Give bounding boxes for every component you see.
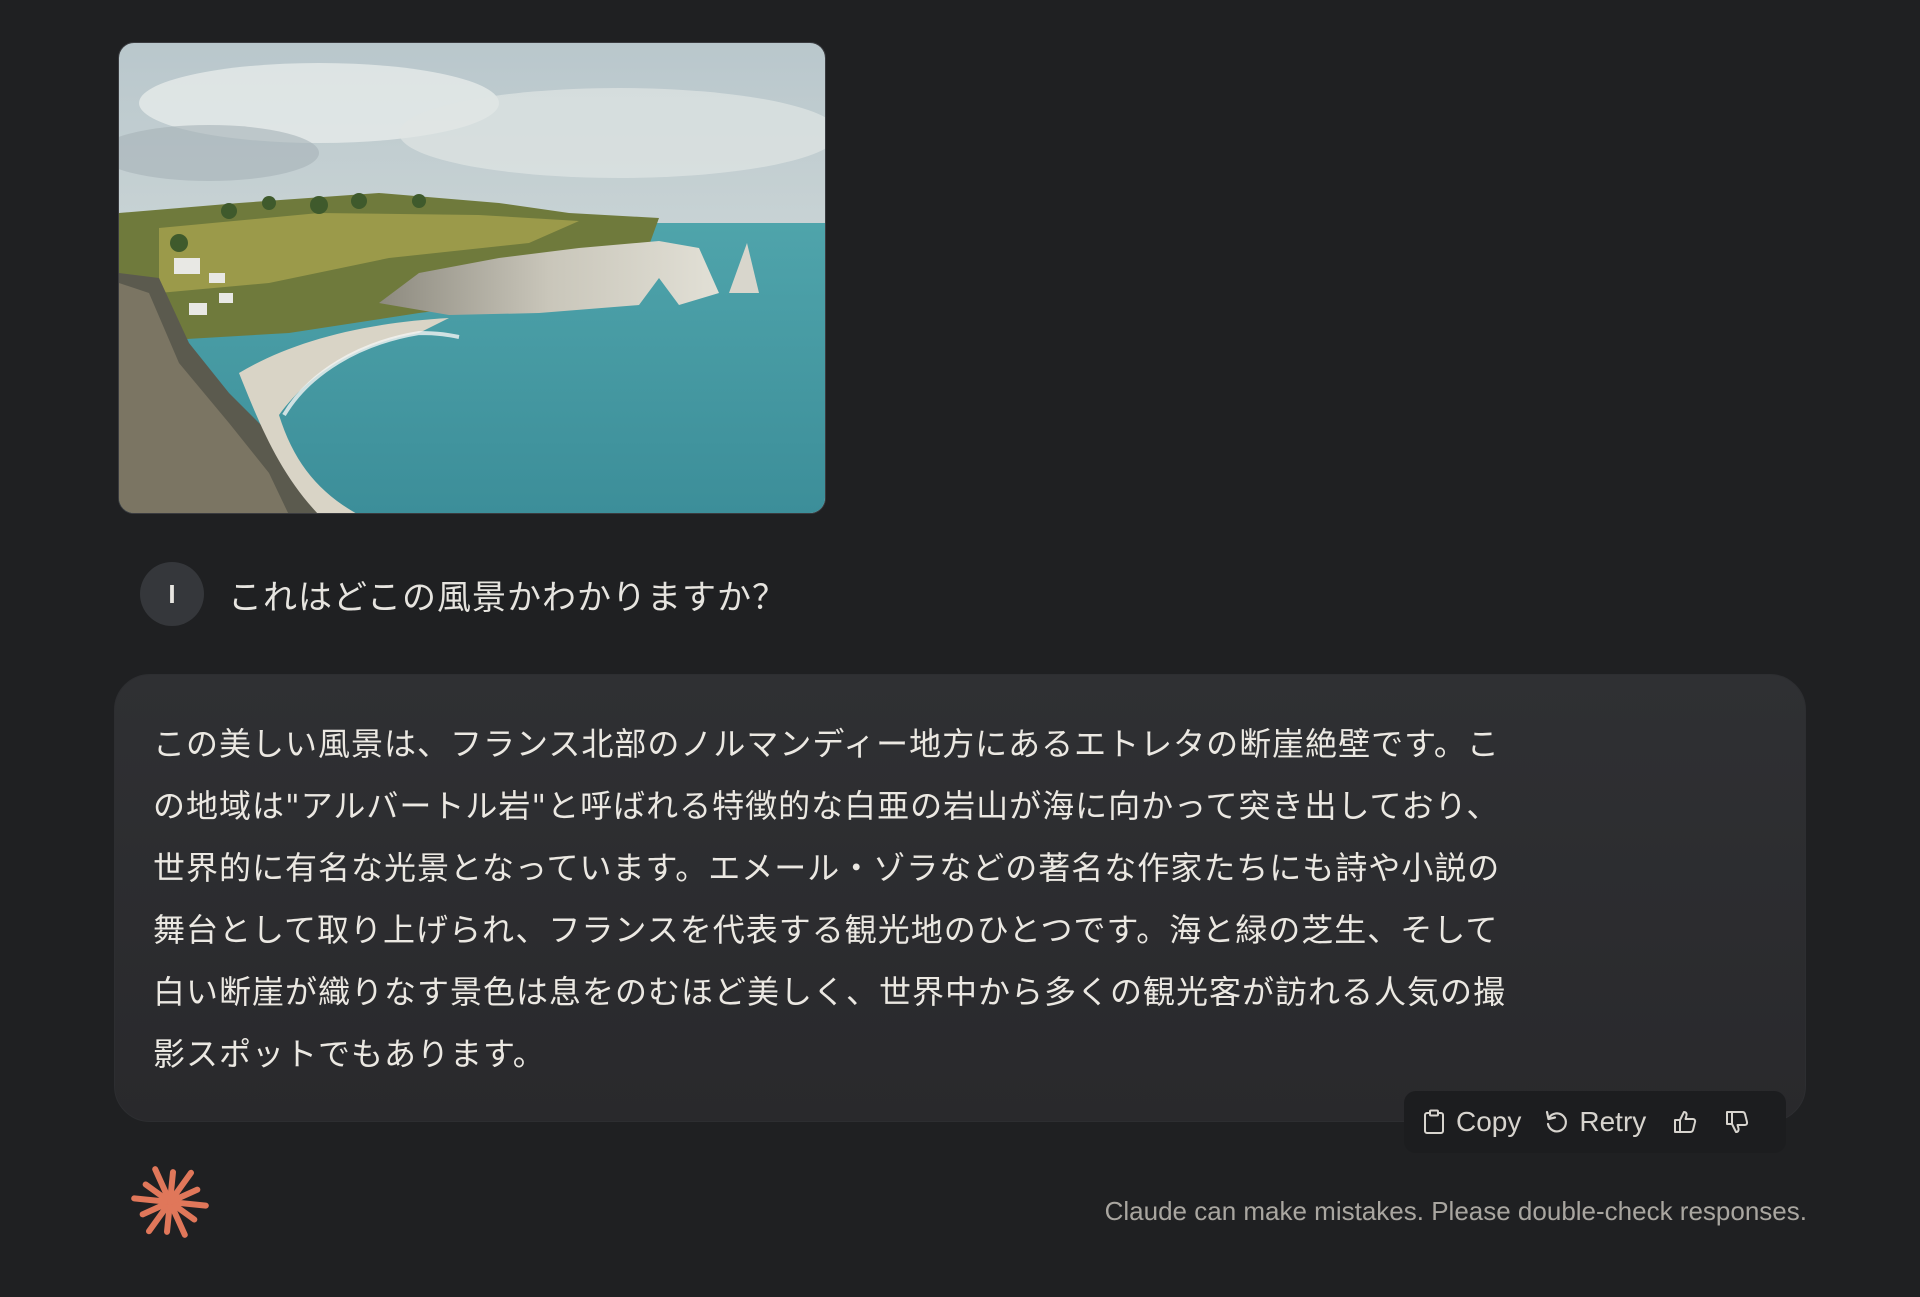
- user-message-text: これはどこの風景かわかりますか？: [228, 577, 787, 618]
- assistant-response-card: この美しい風景は、フランス北部のノルマンディー地方にあるエトレタの断崖絶壁です。…: [114, 674, 1806, 1122]
- user-avatar: I: [140, 562, 204, 626]
- claude-starburst: [131, 1166, 209, 1238]
- claude-logo-icon: [130, 1162, 210, 1242]
- copy-button[interactable]: Copy: [1422, 1106, 1521, 1138]
- attached-landscape-image[interactable]: [118, 42, 826, 514]
- response-action-bar: Copy Retry: [1404, 1091, 1786, 1153]
- disclaimer-text: Claude can make mistakes. Please double-…: [1104, 1196, 1807, 1226]
- thumbs-down-button[interactable]: [1724, 1109, 1750, 1135]
- retry-icon: [1546, 1110, 1568, 1133]
- chat-page: I これはどこの風景かわかりますか？ この美しい風景は、フランス北部のノルマンデ…: [0, 0, 1920, 1297]
- user-message-row: I これはどこの風景かわかりますか？: [140, 562, 787, 626]
- thumbs-down-icon: [1726, 1111, 1749, 1133]
- assistant-response-text: この美しい風景は、フランス北部のノルマンディー地方にあるエトレタの断崖絶壁です。…: [153, 725, 1507, 1073]
- thumbs-up-icon: [1674, 1111, 1697, 1133]
- retry-label: Retry: [1579, 1106, 1647, 1137]
- retry-button[interactable]: Retry: [1543, 1106, 1646, 1138]
- clipboard-icon: [1424, 1109, 1444, 1134]
- landscape-photo: [119, 43, 825, 513]
- thumbs-up-button[interactable]: [1672, 1109, 1698, 1135]
- copy-label: Copy: [1456, 1106, 1522, 1137]
